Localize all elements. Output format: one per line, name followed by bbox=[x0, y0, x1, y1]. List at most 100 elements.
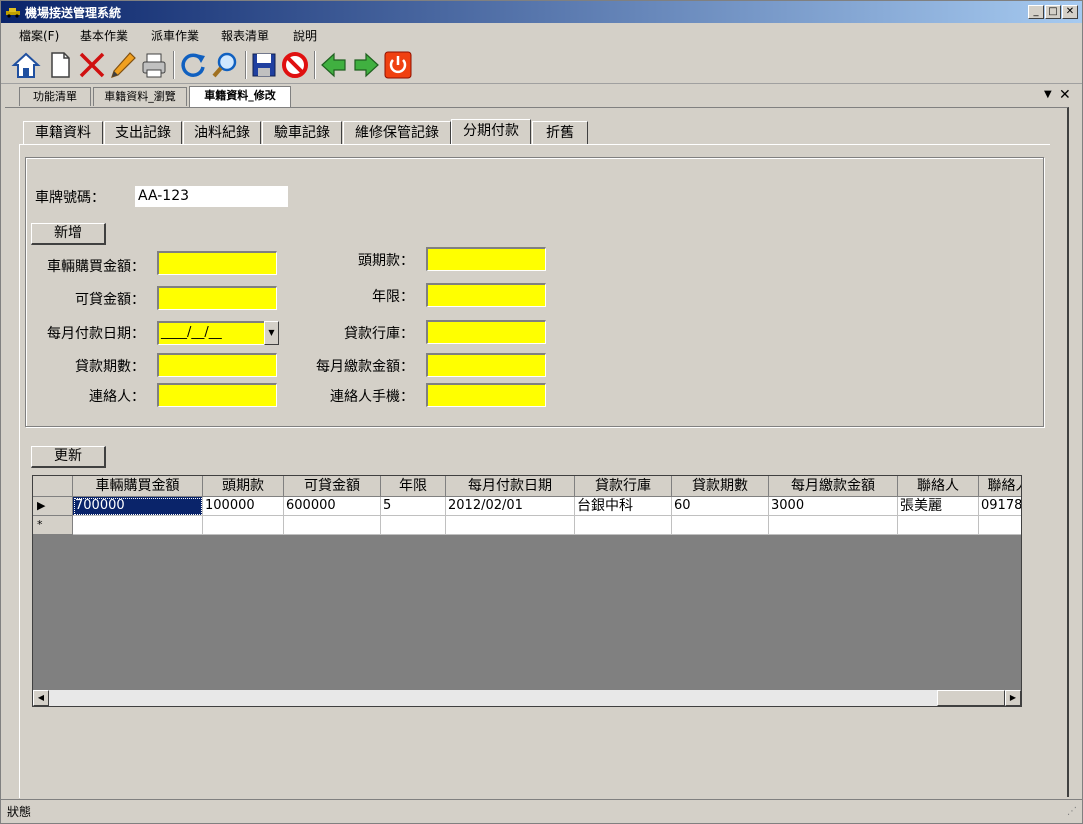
window-title: 機場接送管理系統 bbox=[25, 6, 122, 20]
prev-icon[interactable] bbox=[319, 50, 349, 80]
menu-file[interactable]: 檔案(F) bbox=[15, 26, 63, 45]
grid-horizontal-scrollbar[interactable]: ◀ ▶ bbox=[33, 690, 1021, 706]
search-icon[interactable] bbox=[210, 50, 240, 80]
grid-col-monthly-pay-date[interactable]: 每月付款日期 bbox=[446, 476, 575, 497]
grid-col-monthly-amount[interactable]: 每月繳款金額 bbox=[769, 476, 898, 497]
table-cell[interactable]: 700000 bbox=[73, 497, 203, 516]
grid-col-contact-mobile[interactable]: 聯絡人 bbox=[979, 476, 1021, 497]
tab-installment-payment[interactable]: 分期付款 bbox=[451, 119, 531, 145]
scroll-left-icon[interactable]: ◀ bbox=[33, 690, 49, 706]
add-button[interactable]: 新增 bbox=[31, 223, 106, 245]
table-cell[interactable]: 張美麗 bbox=[898, 497, 979, 516]
toolbar bbox=[1, 45, 1082, 84]
table-cell-new[interactable] bbox=[73, 516, 203, 535]
minimize-button[interactable]: _ bbox=[1028, 5, 1044, 19]
edit-icon[interactable] bbox=[108, 50, 138, 80]
table-cell[interactable]: 100000 bbox=[203, 497, 284, 516]
table-cell-new[interactable] bbox=[672, 516, 769, 535]
menu-basic-ops[interactable]: 基本作業 bbox=[76, 26, 132, 45]
monthly-pay-date-input[interactable]: ____/__/__ bbox=[157, 321, 265, 345]
table-cell[interactable]: 60 bbox=[672, 497, 769, 516]
status-bar: 狀態 ⋰ bbox=[1, 799, 1082, 823]
loan-bank-label: 貸款行庫： bbox=[344, 326, 414, 342]
grid-corner-header bbox=[33, 476, 73, 497]
close-button[interactable]: ✕ bbox=[1062, 5, 1078, 19]
loan-periods-label: 貸款期數： bbox=[75, 359, 145, 375]
refresh-icon[interactable] bbox=[178, 50, 208, 80]
plate-field[interactable]: AA-123 bbox=[135, 186, 288, 207]
table-cell[interactable]: 600000 bbox=[284, 497, 381, 516]
grid-row-header-current[interactable]: ▶ bbox=[33, 497, 73, 516]
power-icon[interactable] bbox=[383, 50, 413, 80]
table-cell-new[interactable] bbox=[446, 516, 575, 535]
menu-help[interactable]: 說明 bbox=[289, 26, 321, 45]
tab-maintenance-records[interactable]: 維修保管記錄 bbox=[343, 121, 451, 144]
grid-row-header-new[interactable]: * bbox=[33, 516, 73, 535]
loanable-amount-input[interactable] bbox=[157, 286, 277, 310]
scroll-right-icon[interactable]: ▶ bbox=[1005, 690, 1021, 706]
maximize-button[interactable]: □ bbox=[1045, 5, 1061, 19]
document-tab-strip: 功能清單 車籍資料_瀏覽 車籍資料_修改 ▼ ✕ bbox=[1, 84, 1082, 107]
table-cell[interactable]: 3000 bbox=[769, 497, 898, 516]
table-cell[interactable]: 台銀中科 bbox=[575, 497, 672, 516]
toolbar-separator bbox=[245, 51, 247, 79]
date-dropdown-icon[interactable]: ▼ bbox=[264, 321, 279, 345]
contact-mobile-input[interactable] bbox=[426, 383, 546, 407]
table-cell[interactable]: 09178 bbox=[979, 497, 1021, 516]
table-cell-new[interactable] bbox=[898, 516, 979, 535]
doc-tab-vehicle-edit[interactable]: 車籍資料_修改 bbox=[189, 86, 291, 107]
grid-col-purchase-amount[interactable]: 車輛購買金額 bbox=[73, 476, 203, 497]
years-input[interactable] bbox=[426, 283, 546, 307]
doc-tab-function-list[interactable]: 功能清單 bbox=[19, 87, 91, 106]
table-cell-new[interactable] bbox=[769, 516, 898, 535]
table-cell-new[interactable] bbox=[575, 516, 672, 535]
contact-input[interactable] bbox=[157, 383, 277, 407]
save-icon[interactable] bbox=[249, 50, 279, 80]
loan-bank-input[interactable] bbox=[426, 320, 546, 344]
stop-icon[interactable] bbox=[280, 50, 310, 80]
years-label: 年限： bbox=[372, 289, 414, 305]
tab-vehicle-data[interactable]: 車籍資料 bbox=[23, 121, 103, 144]
tab-inspection-records[interactable]: 驗車記錄 bbox=[262, 121, 342, 144]
menu-bar: 檔案(F) 基本作業 派車作業 報表清單 說明 bbox=[1, 23, 1082, 45]
table-cell-new[interactable] bbox=[381, 516, 446, 535]
resize-grip-icon[interactable]: ⋰ bbox=[1067, 806, 1077, 817]
doc-tab-vehicle-browse[interactable]: 車籍資料_瀏覽 bbox=[93, 87, 187, 106]
next-icon[interactable] bbox=[351, 50, 381, 80]
loan-periods-input[interactable] bbox=[157, 353, 277, 377]
purchase-amount-label: 車輛購買金額： bbox=[47, 259, 145, 275]
tab-fuel-records[interactable]: 油料紀錄 bbox=[183, 121, 261, 144]
main-window: 機場接送管理系統 _ □ ✕ 檔案(F) 基本作業 派車作業 報表清單 說明 功… bbox=[0, 0, 1083, 824]
grid-col-loan-periods[interactable]: 貸款期數 bbox=[672, 476, 769, 497]
table-cell[interactable]: 5 bbox=[381, 497, 446, 516]
update-button[interactable]: 更新 bbox=[31, 446, 106, 468]
new-doc-icon[interactable] bbox=[45, 50, 75, 80]
grid-col-down-payment[interactable]: 頭期款 bbox=[203, 476, 284, 497]
table-cell[interactable]: 2012/02/01 bbox=[446, 497, 575, 516]
grid-col-loan-bank[interactable]: 貸款行庫 bbox=[575, 476, 672, 497]
table-cell-new[interactable] bbox=[284, 516, 381, 535]
grid-col-contact[interactable]: 聯絡人 bbox=[898, 476, 979, 497]
grid-col-years[interactable]: 年限 bbox=[381, 476, 446, 497]
tab-dropdown-icon[interactable]: ▼ bbox=[1044, 89, 1052, 100]
home-icon[interactable] bbox=[11, 50, 41, 80]
tab-expense-records[interactable]: 支出記錄 bbox=[104, 121, 182, 144]
delete-icon[interactable] bbox=[77, 50, 107, 80]
down-payment-input[interactable] bbox=[426, 247, 546, 271]
monthly-pay-date-label: 每月付款日期： bbox=[47, 326, 145, 342]
table-cell-new[interactable] bbox=[979, 516, 1021, 535]
toolbar-separator bbox=[314, 51, 316, 79]
print-icon[interactable] bbox=[139, 50, 169, 80]
title-bar[interactable]: 機場接送管理系統 _ □ ✕ bbox=[1, 1, 1082, 23]
tab-close-icon[interactable]: ✕ bbox=[1059, 87, 1071, 103]
monthly-amount-label: 每月繳款金額： bbox=[316, 359, 414, 375]
monthly-amount-input[interactable] bbox=[426, 353, 546, 377]
menu-dispatch[interactable]: 派車作業 bbox=[147, 26, 203, 45]
purchase-amount-input[interactable] bbox=[157, 251, 277, 275]
table-cell-new[interactable] bbox=[203, 516, 284, 535]
menu-reports[interactable]: 報表清單 bbox=[217, 26, 273, 45]
grid-col-loanable-amount[interactable]: 可貸金額 bbox=[284, 476, 381, 497]
scroll-thumb[interactable] bbox=[937, 690, 1005, 706]
installment-grid: 車輛購買金額 頭期款 可貸金額 年限 每月付款日期 貸款行庫 貸款期數 每月繳款… bbox=[32, 475, 1022, 707]
tab-depreciation[interactable]: 折舊 bbox=[532, 121, 588, 144]
